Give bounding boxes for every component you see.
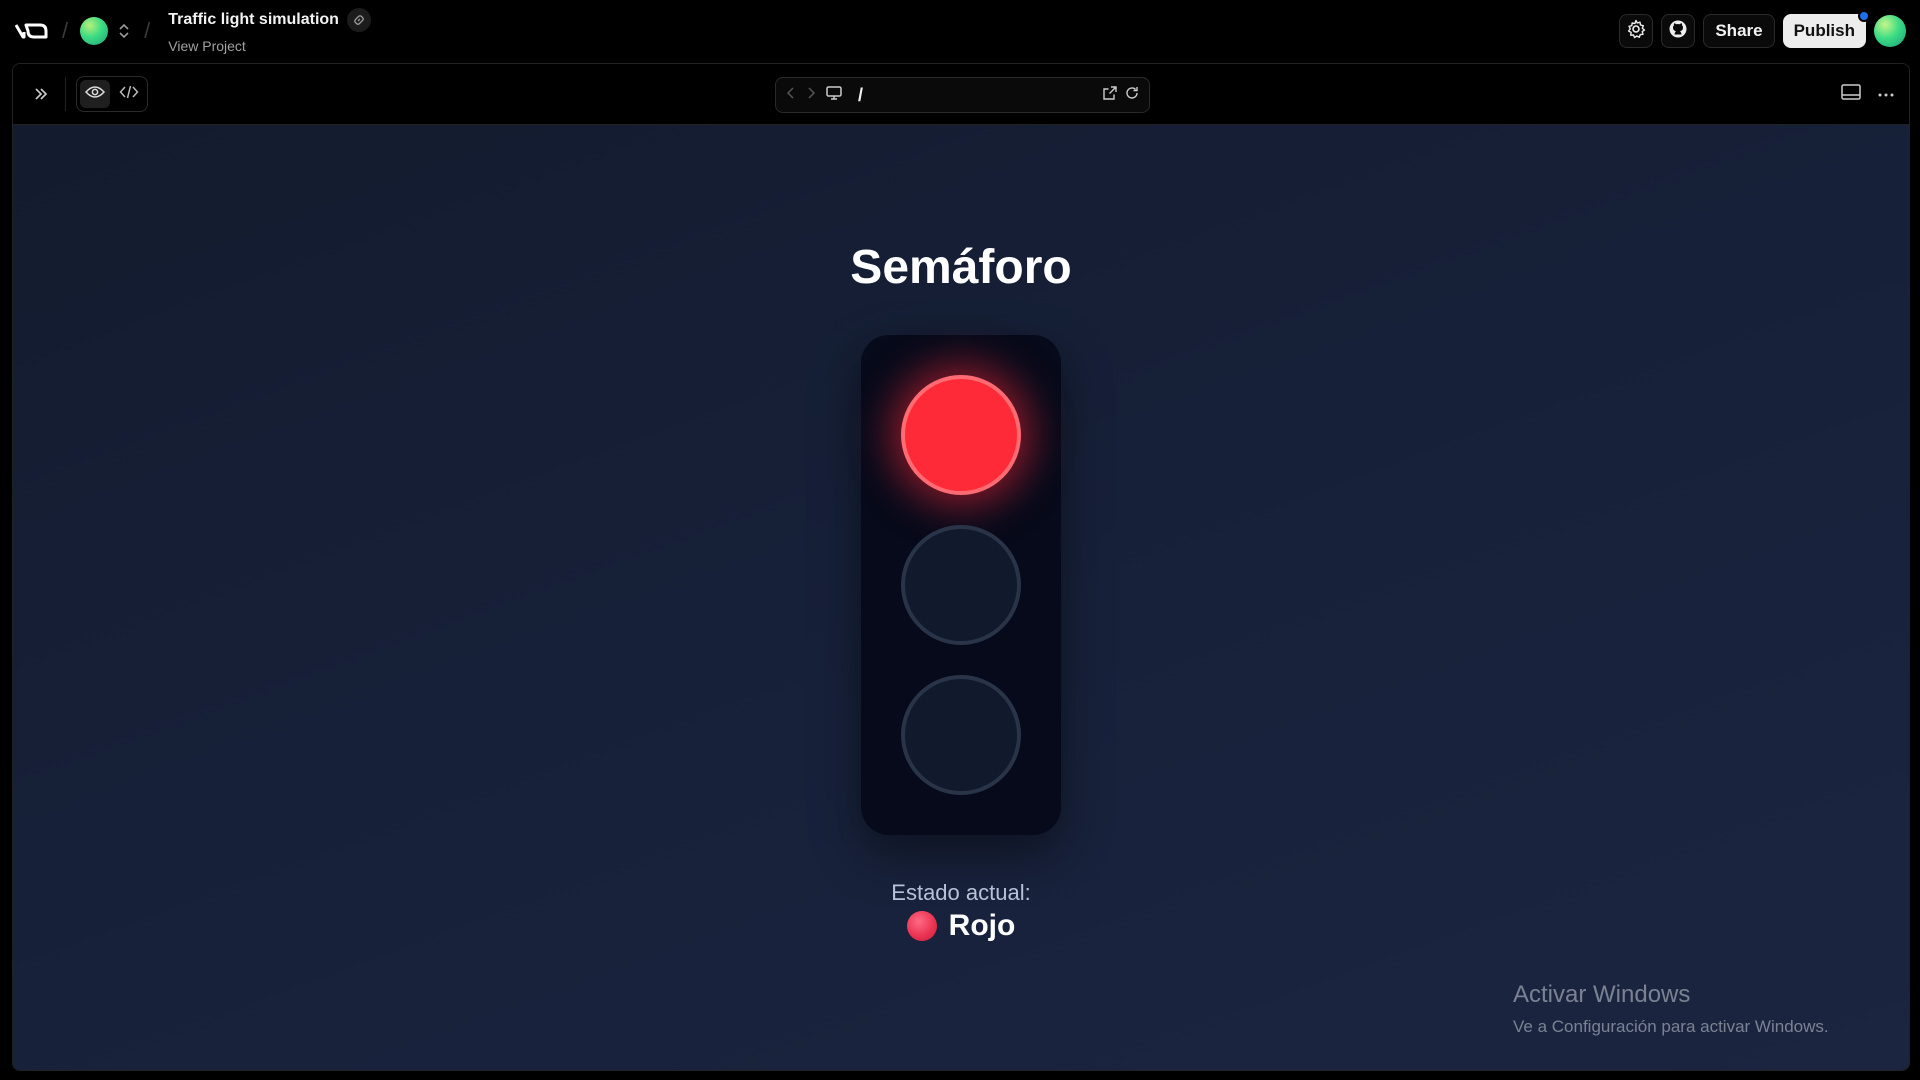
url-bar[interactable]: / (775, 77, 1150, 113)
status-label: Estado actual: (891, 880, 1031, 905)
preview-tab[interactable] (80, 80, 110, 108)
github-button[interactable] (1661, 14, 1696, 48)
top-bar: / / Traffic light simulation View Projec… (0, 0, 1920, 62)
traffic-light (861, 335, 1061, 835)
notification-dot (1858, 10, 1870, 22)
github-icon (1668, 19, 1688, 44)
v0-logo[interactable] (14, 19, 50, 43)
settings-button[interactable] (1619, 14, 1654, 48)
breadcrumb-separator: / (62, 18, 69, 43)
chevron-updown-icon[interactable] (116, 21, 132, 41)
view-toggle (76, 76, 148, 112)
share-button[interactable]: Share (1703, 14, 1775, 48)
forward-icon[interactable] (806, 86, 816, 104)
page-title: Semáforo (850, 241, 1072, 294)
toolbar-divider (65, 77, 66, 111)
breadcrumb-separator: / (144, 18, 151, 43)
user-avatar[interactable] (1874, 15, 1906, 47)
yellow-light[interactable] (901, 525, 1021, 645)
preview-frame: / Semáforo Estado actual: Rojo Activar W… (12, 63, 1910, 1071)
status-value: Rojo (948, 909, 1016, 942)
team-avatar[interactable] (80, 17, 109, 45)
expand-sidebar-icon[interactable] (27, 80, 55, 108)
view-project-link[interactable]: View Project (168, 38, 371, 54)
back-icon[interactable] (786, 86, 796, 104)
panel-layout-icon[interactable] (1841, 83, 1861, 105)
code-icon (119, 84, 139, 105)
red-light[interactable] (901, 375, 1021, 495)
more-options-icon[interactable] (1877, 85, 1895, 103)
code-tab[interactable] (114, 80, 144, 108)
project-info: Traffic light simulation View Project (168, 8, 371, 54)
publish-label: Publish (1793, 21, 1855, 40)
eye-icon (84, 85, 106, 104)
project-title[interactable]: Traffic light simulation (168, 11, 339, 29)
monitor-icon[interactable] (826, 85, 842, 105)
status-dot-icon (906, 911, 937, 941)
link-icon[interactable] (346, 8, 371, 32)
gear-icon (1626, 19, 1646, 44)
watermark-title: Activar Windows (1513, 981, 1691, 1008)
status-row: Rojo (13, 909, 1909, 943)
preview-toolbar: / (13, 64, 1909, 125)
green-light[interactable] (901, 675, 1021, 795)
url-path[interactable]: / (858, 85, 863, 106)
windows-activation-watermark: Activar Windows Ve a Configuración para … (1513, 981, 1829, 1037)
app-preview: Semáforo Estado actual: Rojo Activar Win… (13, 125, 1909, 1070)
watermark-subtitle: Ve a Configuración para activar Windows. (1513, 1017, 1829, 1036)
refresh-icon[interactable] (1125, 86, 1139, 105)
top-right-actions: Share Publish (1619, 10, 1906, 48)
toolbar-right-actions (1841, 83, 1895, 105)
publish-button[interactable]: Publish (1782, 10, 1870, 48)
external-link-icon[interactable] (1103, 85, 1117, 105)
